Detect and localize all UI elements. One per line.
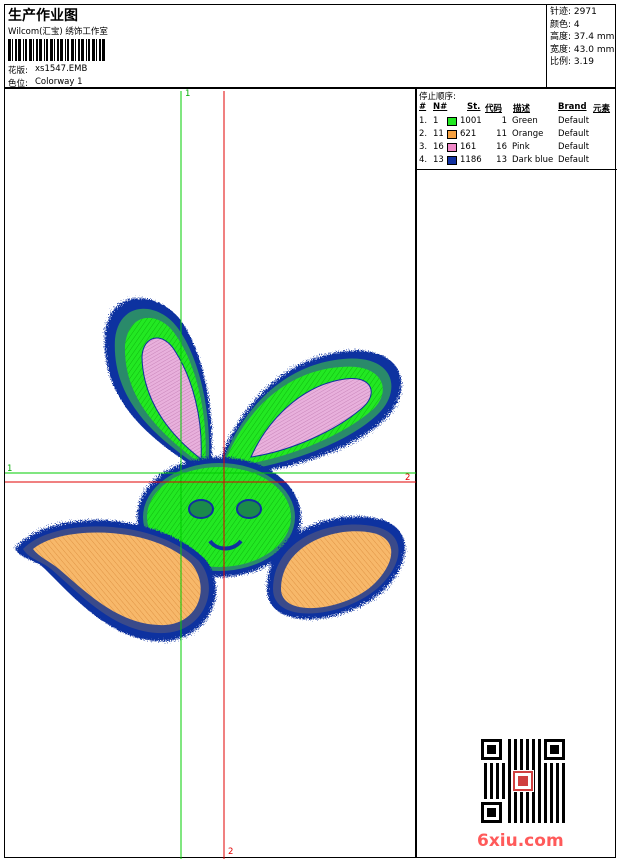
row-index: 2. [419,129,428,139]
col-header-stitches: St. [467,102,481,112]
embroidery-design [5,91,417,859]
row-brand: Default [558,116,590,126]
row-stitches: 621 [460,129,477,139]
col-header-brand: Brand [558,102,587,112]
row-needle: 13 [433,155,444,165]
row-brand: Default [558,129,590,139]
color-swatch [447,130,457,139]
left-ear [104,298,212,477]
page-title: 生产作业图 [8,8,78,24]
left-eye [188,499,214,519]
barcode [8,39,105,61]
stat-width: 宽度: 43.0 mm [550,44,615,55]
row-index: 4. [419,155,428,165]
stop-sequence-title: 停止顺序: [419,92,456,102]
row-stitches: 1001 [460,116,482,126]
axis-label-top: 1 [185,89,191,99]
row-code: 1 [501,116,507,126]
color-swatch [447,117,457,126]
color-swatch [447,143,457,152]
divider [417,169,617,170]
row-stitches: 161 [460,142,477,152]
row-needle: 11 [433,129,444,139]
row-needle: 16 [433,142,444,152]
row-description: Pink [512,142,530,152]
row-brand: Default [558,142,590,152]
col-header-num: # [419,102,427,112]
axis-label-left: 1 [7,464,13,474]
right-eye [236,499,262,519]
design-label: 花版: [8,66,28,76]
design-name: xs1547.EMB [35,64,88,74]
row-index: 3. [419,142,428,152]
col-header-desc: 描述 [513,104,531,114]
row-code: 13 [496,155,507,165]
col-header-code: 代码 [485,104,503,114]
col-header-element: 元素 [593,104,611,114]
stats-panel: 针迹: 2971 颜色: 4 高度: 37.4 mm 宽度: 43.0 mm 比… [546,5,617,89]
design-canvas: 1 2 1 2 [4,88,417,859]
stat-stitches: 针迹: 2971 [550,7,597,17]
row-stitches: 1186 [460,155,482,165]
stat-colors: 颜色: 4 [550,19,580,30]
colorway-name: Colorway 1 [35,77,83,87]
stat-scale: 比例: 3.19 [550,57,594,67]
row-code: 16 [496,142,507,152]
row-code: 11 [496,129,507,139]
row-brand: Default [558,155,590,165]
stop-sequence-panel: 停止顺序: # N# St. 代码 描述 Brand 元素 1. 1 1001 1 Gr… [416,88,617,858]
col-header-n: N# [433,102,448,112]
color-swatch [447,156,457,165]
qr-code [481,739,565,823]
row-description: Dark blue [512,155,554,165]
axis-label-bottom: 2 [228,847,234,857]
company-name: Wilcom(汇宝) 绣饰工作室 [8,27,108,37]
row-description: Orange [512,129,544,139]
watermark: 6xiu.com [477,831,564,851]
row-index: 1. [419,116,428,126]
axis-label-right: 2 [405,473,411,483]
stat-height: 高度: 37.4 mm [550,32,615,42]
right-ear [215,350,402,477]
row-description: Green [512,116,538,126]
header-panel: 生产作业图 Wilcom(汇宝) 绣饰工作室 花版: xs1547.EMB 色位… [4,4,617,89]
row-needle: 1 [433,116,439,126]
